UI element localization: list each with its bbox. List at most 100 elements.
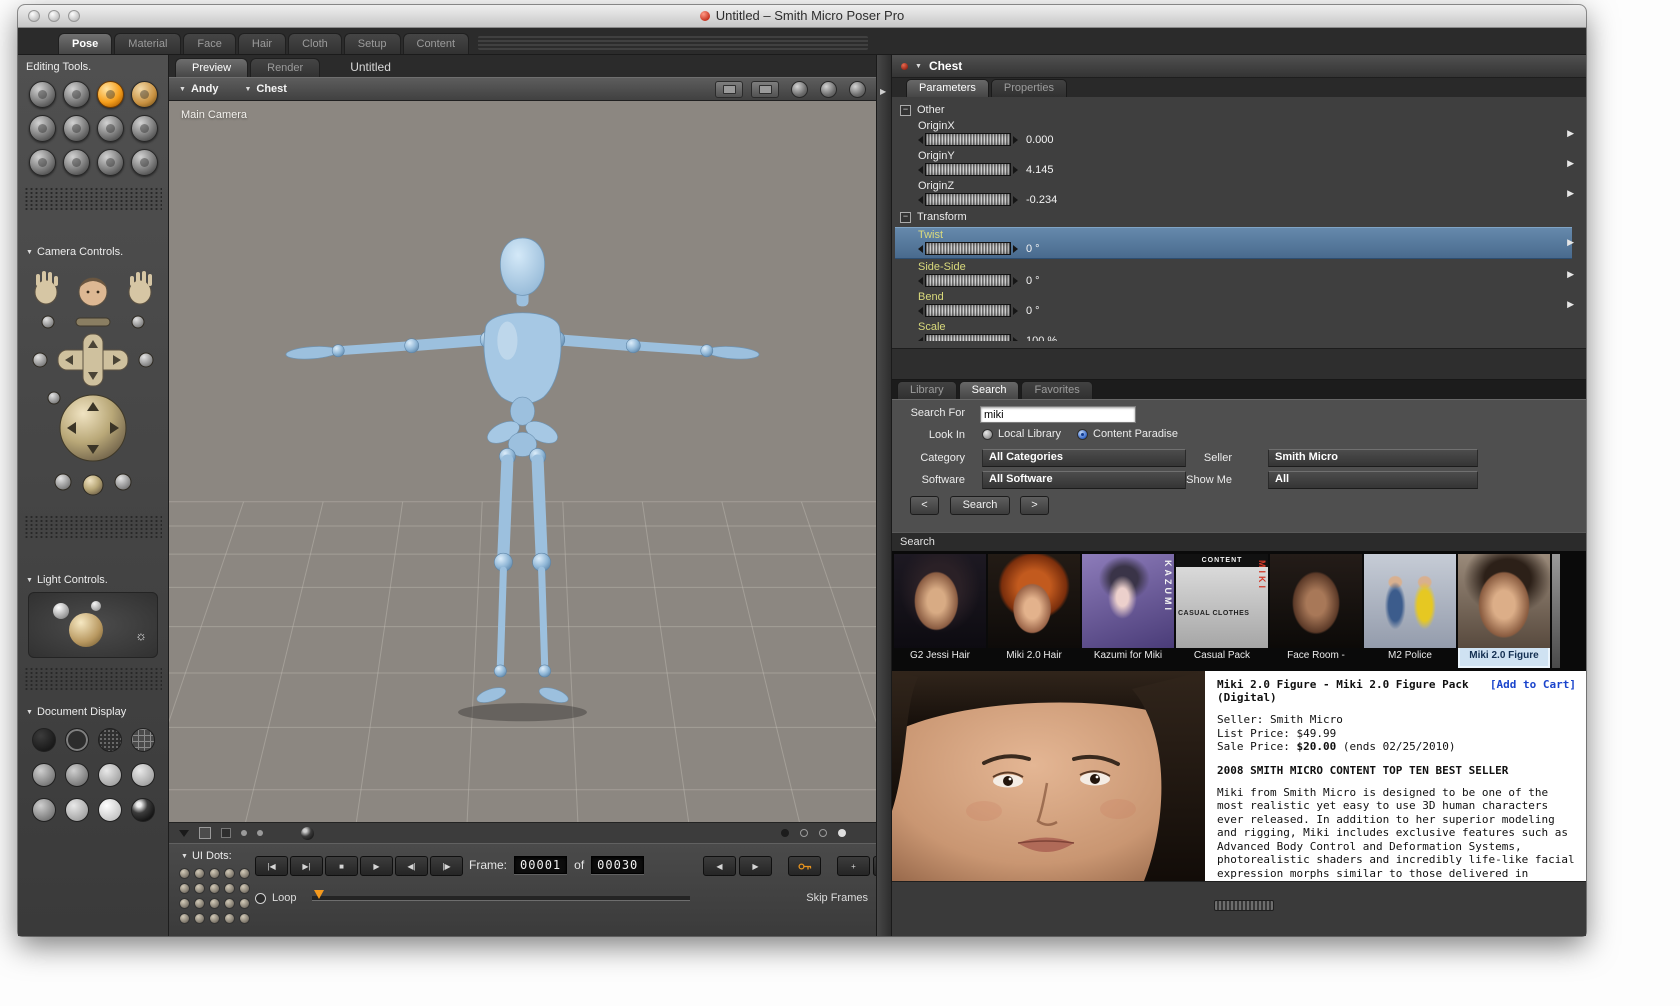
- radio-selected-icon[interactable]: [1077, 428, 1088, 440]
- viewport-canvas[interactable]: Main Camera: [169, 101, 876, 822]
- param-dial[interactable]: [925, 274, 1011, 287]
- ui-dot[interactable]: [209, 883, 220, 894]
- tab-search[interactable]: Search: [958, 381, 1020, 399]
- collapse-group-icon[interactable]: −: [900, 104, 911, 116]
- resize-handle[interactable]: [1214, 900, 1274, 911]
- search-button[interactable]: Search: [950, 496, 1010, 515]
- camera-roll-left-icon[interactable]: [54, 473, 72, 491]
- ui-dot[interactable]: [239, 898, 250, 909]
- add-keyframe-button[interactable]: +: [837, 856, 870, 876]
- param-value[interactable]: 0 °: [1026, 275, 1040, 287]
- result-thumb-miki-hair[interactable]: Miki 2.0 Hair: [988, 554, 1080, 668]
- ui-dot[interactable]: [194, 913, 205, 924]
- result-thumb-m2-police[interactable]: M2 Police: [1364, 554, 1456, 668]
- search-input[interactable]: [980, 406, 1136, 423]
- tab-library[interactable]: Library: [897, 381, 957, 399]
- param-value[interactable]: 0 °: [1026, 243, 1040, 255]
- ui-dot[interactable]: [209, 913, 220, 924]
- tab-setup[interactable]: Setup: [343, 33, 401, 54]
- step-back-button[interactable]: ◀|: [395, 856, 428, 876]
- nudge-right-button[interactable]: ▶: [739, 856, 772, 876]
- style-flat-shaded-icon[interactable]: [64, 763, 89, 787]
- ui-dot[interactable]: [179, 898, 190, 909]
- collapse-group-icon[interactable]: −: [900, 211, 911, 223]
- dial-increment-icon[interactable]: [1013, 306, 1018, 315]
- dial-decrement-icon[interactable]: [918, 244, 923, 253]
- param-menu-icon[interactable]: ▶: [1567, 188, 1574, 199]
- camera-trackball[interactable]: [59, 394, 127, 462]
- param-menu-icon[interactable]: ▶: [1567, 269, 1574, 280]
- stop-button[interactable]: ■: [325, 856, 358, 876]
- ui-dot[interactable]: [179, 868, 190, 879]
- tab-favorites[interactable]: Favorites: [1021, 381, 1093, 399]
- nudge-left-button[interactable]: ◀: [703, 856, 736, 876]
- radio-local-library[interactable]: Local Library: [982, 428, 1061, 440]
- ui-dot[interactable]: [224, 898, 235, 909]
- viewport-menu-icon[interactable]: [179, 829, 189, 837]
- dial-decrement-icon[interactable]: [918, 165, 923, 174]
- param-value[interactable]: 0.000: [1026, 134, 1054, 146]
- figure-andy[interactable]: [285, 237, 760, 706]
- param-dial[interactable]: [925, 133, 1011, 146]
- tab-preview[interactable]: Preview: [175, 58, 249, 77]
- param-menu-icon[interactable]: ▶: [1567, 299, 1574, 310]
- edit-keyframes-button[interactable]: [788, 856, 821, 876]
- left-hand-icon[interactable]: [34, 271, 58, 305]
- actor-menu[interactable]: ▼ Chest: [244, 83, 287, 95]
- style-texture-shaded-icon[interactable]: [64, 798, 89, 822]
- ui-dot[interactable]: [179, 913, 190, 924]
- total-frames-field[interactable]: 00030: [591, 856, 645, 874]
- camera-roll-center-icon[interactable]: [82, 474, 104, 496]
- tool-direct-manipulation-icon[interactable]: [130, 149, 158, 176]
- camera-dot-2[interactable]: [800, 829, 808, 837]
- frame-widget-icon[interactable]: [221, 828, 231, 838]
- style-wireframe-icon[interactable]: [97, 728, 122, 752]
- param-dial[interactable]: [925, 193, 1011, 206]
- first-frame-button[interactable]: |◀: [255, 856, 288, 876]
- seller-dropdown[interactable]: Smith Micro: [1268, 449, 1478, 467]
- sun-icon[interactable]: ☼: [135, 628, 147, 643]
- style-cartoon-icon[interactable]: [130, 798, 155, 822]
- ui-dot[interactable]: [239, 883, 250, 894]
- style-lit-wireframe-icon[interactable]: [130, 728, 155, 752]
- camera-controls-pad[interactable]: [18, 260, 168, 510]
- param-value[interactable]: 0 °: [1026, 305, 1040, 317]
- material-ball-icon[interactable]: [301, 826, 314, 840]
- param-value[interactable]: -0.234: [1026, 194, 1057, 206]
- shadow-knob[interactable]: [849, 80, 866, 98]
- param-dial[interactable]: [925, 334, 1011, 341]
- camera-dot-left-icon[interactable]: [41, 315, 55, 329]
- tab-cloth[interactable]: Cloth: [288, 33, 342, 54]
- param-dial[interactable]: [925, 304, 1011, 317]
- param-value[interactable]: 4.145: [1026, 164, 1054, 176]
- disclosure-icon[interactable]: ▼: [181, 853, 188, 860]
- ui-dot[interactable]: [209, 898, 220, 909]
- param-menu-icon[interactable]: ▶: [1567, 128, 1574, 139]
- disclosure-icon[interactable]: ▼: [26, 577, 33, 584]
- camera-sphere-left-icon[interactable]: [32, 352, 48, 368]
- disclosure-icon[interactable]: ▼: [915, 63, 922, 70]
- play-button[interactable]: ▶: [360, 856, 393, 876]
- light-controls-pad[interactable]: ☼: [28, 592, 158, 658]
- step-forward-button[interactable]: |▶: [430, 856, 463, 876]
- tab-properties[interactable]: Properties: [990, 79, 1067, 97]
- camera-dot-4[interactable]: [838, 829, 846, 837]
- dial-increment-icon[interactable]: [1013, 244, 1018, 253]
- disclosure-icon[interactable]: ▼: [26, 249, 33, 256]
- result-thumb-kazumi[interactable]: KAZUMI Kazumi for Miki: [1082, 554, 1174, 668]
- ui-dot[interactable]: [179, 883, 190, 894]
- ui-dot[interactable]: [224, 868, 235, 879]
- camera-view-button[interactable]: [715, 80, 743, 98]
- disclosure-icon[interactable]: ▼: [26, 709, 33, 716]
- dial-increment-icon[interactable]: [1013, 165, 1018, 174]
- depth-cue-knob[interactable]: [791, 80, 808, 98]
- ui-dot[interactable]: [224, 883, 235, 894]
- camera-dot-3[interactable]: [819, 829, 827, 837]
- tab-hair[interactable]: Hair: [237, 33, 287, 54]
- software-dropdown[interactable]: All Software: [982, 471, 1186, 489]
- tracking-knob[interactable]: [820, 80, 837, 98]
- ui-dot[interactable]: [194, 883, 205, 894]
- tool-view-magnifier-icon[interactable]: [62, 149, 90, 176]
- style-outline-icon[interactable]: [64, 728, 89, 752]
- ui-dot[interactable]: [239, 913, 250, 924]
